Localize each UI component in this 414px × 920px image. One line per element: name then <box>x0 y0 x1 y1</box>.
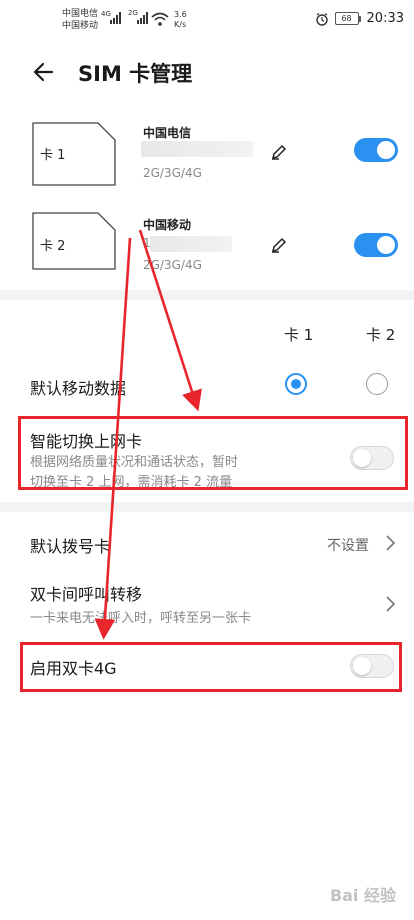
battery-icon: 68 <box>334 12 361 25</box>
chevron-right-icon[interactable] <box>384 595 396 613</box>
carrier2-label: 中国移动 <box>62 21 99 31</box>
default-data-card1-radio[interactable] <box>285 373 307 395</box>
chevron-right-icon[interactable] <box>384 534 396 552</box>
sim-2-slot-label: 卡 2 <box>40 239 66 254</box>
edit-sim-1-icon[interactable] <box>270 143 288 161</box>
net-speed: 3.6 K/s <box>174 10 187 30</box>
default-dial-value[interactable]: 不设置 <box>327 535 369 555</box>
default-dial-label: 默认拨号卡 <box>30 537 111 556</box>
alarm-icon <box>315 12 328 26</box>
sim-2-carrier: 中国移动 <box>143 218 192 232</box>
section-divider <box>0 502 414 512</box>
back-arrow-icon[interactable] <box>30 58 58 86</box>
speed-unit: K/s <box>174 20 187 29</box>
sim-2-number-redacted <box>150 236 232 252</box>
page-title: SIM 卡管理 <box>78 62 193 86</box>
sim-1-number-redacted <box>141 141 253 157</box>
sim-1-carrier: 中国电信 <box>143 126 192 140</box>
app-header: SIM 卡管理 <box>0 52 414 92</box>
status-bar: 中国电信 4G 中国移动 2G 3.6 K/s 68 20:33 <box>0 0 414 44</box>
annotation-highlight-dual-4g <box>20 642 402 692</box>
speed-value: 3.6 <box>174 10 187 19</box>
signal-2-icon <box>137 12 148 24</box>
annotation-highlight-smart-switch <box>18 416 408 490</box>
section-divider <box>0 290 414 300</box>
sim-2-toggle[interactable] <box>354 233 398 257</box>
watermark: Bai 经验 <box>329 886 396 905</box>
carrier-info: 中国电信 4G 中国移动 <box>62 8 111 32</box>
edit-sim-2-icon[interactable] <box>270 236 288 254</box>
sim-1-slot-label: 卡 1 <box>40 148 66 163</box>
wifi-icon <box>151 12 169 26</box>
sim-1-toggle[interactable] <box>354 138 398 162</box>
default-data-card2-radio[interactable] <box>366 373 388 395</box>
annotation-arrow <box>138 229 202 412</box>
column-card-2: 卡 2 <box>366 326 396 344</box>
sim-2-network: 2G/3G/4G <box>143 258 202 272</box>
battery-level: 68 <box>334 12 359 25</box>
call-forward-title: 双卡间呼叫转移 <box>30 585 143 604</box>
carrier1-label: 中国电信 <box>62 9 99 19</box>
column-card-1: 卡 1 <box>284 326 314 344</box>
call-forward-desc: 一卡来电无法呼入时，呼转至另一张卡 <box>30 611 252 626</box>
sim-1-network: 2G/3G/4G <box>143 166 202 180</box>
signal-1-icon <box>110 12 121 24</box>
default-data-label: 默认移动数据 <box>30 379 127 398</box>
clock: 20:33 <box>366 11 404 26</box>
